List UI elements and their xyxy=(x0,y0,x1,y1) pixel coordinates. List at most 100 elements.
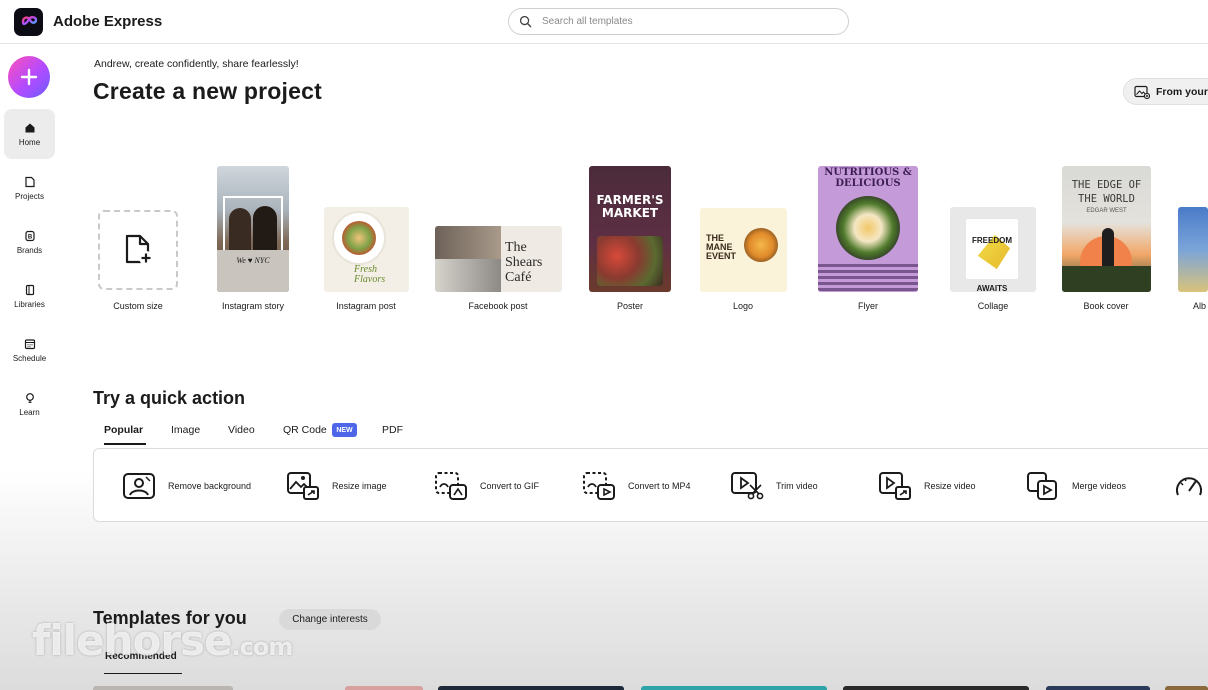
project-card-label: Facebook post xyxy=(468,301,528,311)
active-tab-indicator xyxy=(104,443,146,445)
tab-pdf[interactable]: PDF xyxy=(382,424,403,436)
poster-thumb-text: FARMER'S MARKET xyxy=(596,193,664,220)
convert-gif-icon xyxy=(435,472,467,500)
project-card-book-cover[interactable]: THE EDGE OF THE WORLD EDGAR WEST Book co… xyxy=(1062,166,1151,311)
brands-icon: B xyxy=(24,230,35,241)
greeting-text: Andrew, create confidently, share fearle… xyxy=(94,58,299,70)
lightbulb-icon xyxy=(25,392,34,403)
book-cover-thumbnail: THE EDGE OF THE WORLD EDGAR WEST xyxy=(1062,166,1151,292)
project-card-label: Custom size xyxy=(113,301,163,311)
sidebar-item-brands[interactable]: B Brands xyxy=(4,217,55,267)
home-icon xyxy=(25,123,34,132)
template-thumbnail[interactable] xyxy=(1165,686,1208,690)
speed-gauge-icon xyxy=(1176,477,1202,496)
from-your-button[interactable]: From your xyxy=(1123,78,1208,105)
book-cover-thumb-subtext: EDGAR WEST xyxy=(1086,208,1127,214)
project-card-facebook-post[interactable]: The Shears Café Facebook post xyxy=(435,226,562,311)
collage-thumb-text: FREEDOM AWAITS xyxy=(972,236,1012,292)
collage-thumbnail: FREEDOM AWAITS xyxy=(950,207,1036,292)
sidebar-item-projects[interactable]: Projects xyxy=(4,163,55,213)
watermark-suffix: .com xyxy=(231,633,294,661)
sidebar-item-schedule[interactable]: Schedule xyxy=(4,325,55,375)
search-icon xyxy=(519,15,532,28)
sidebar-item-label: Brands xyxy=(16,245,43,255)
quick-action-remove-background[interactable]: Remove background xyxy=(122,470,251,502)
top-bar: Adobe Express xyxy=(0,0,1208,44)
new-file-icon xyxy=(125,234,153,265)
project-card-label: Poster xyxy=(616,301,644,311)
book-cover-thumb-text: THE EDGE OF THE WORLD xyxy=(1071,179,1142,205)
template-thumbnail[interactable] xyxy=(345,686,423,690)
project-card-label: Instagram story xyxy=(221,301,285,311)
quick-action-label: Resize video xyxy=(924,481,976,491)
quick-action-merge-videos[interactable]: Merge videos xyxy=(1026,470,1126,502)
project-card-poster[interactable]: FARMER'S MARKET Poster xyxy=(589,166,671,311)
facebook-post-thumbnail: The Shears Café xyxy=(435,226,562,292)
quick-action-label: Merge videos xyxy=(1072,481,1127,491)
resize-video-icon xyxy=(879,472,911,500)
image-add-icon xyxy=(1134,85,1150,99)
sidebar-item-libraries[interactable]: Libraries xyxy=(4,271,55,321)
resize-image-icon xyxy=(287,472,319,500)
quick-action-more[interactable] xyxy=(1174,470,1204,502)
sidebar-item-label: Libraries xyxy=(14,299,45,309)
page-title: Create a new project xyxy=(93,78,322,104)
project-card-label: Collage xyxy=(977,301,1009,311)
quick-action-resize-video[interactable]: Resize video xyxy=(878,470,976,502)
instagram-post-thumb-text: Fresh Flavors xyxy=(354,264,386,285)
sidebar-item-home[interactable]: Home xyxy=(4,109,55,159)
app-name: Adobe Express xyxy=(53,13,163,30)
change-interests-button[interactable]: Change interests xyxy=(279,609,381,630)
tab-image[interactable]: Image xyxy=(171,424,200,436)
project-card-label: Logo xyxy=(732,301,754,311)
libraries-icon xyxy=(25,284,34,295)
project-card-custom-size[interactable]: Custom size xyxy=(98,210,178,311)
tab-popular[interactable]: Popular xyxy=(104,424,143,436)
project-card-label: Alb xyxy=(1193,301,1207,311)
template-thumbnail[interactable] xyxy=(93,686,233,690)
project-card-instagram-story[interactable]: We ♥ NYC Instagram story xyxy=(217,166,289,311)
sidebar-item-label: Schedule xyxy=(12,353,47,363)
watermark-text: filehorse xyxy=(32,616,233,665)
logo-thumbnail: THE MANE EVENT xyxy=(700,208,787,292)
flyer-thumb-text: NUTRITIOUS & DELICIOUS xyxy=(824,167,912,189)
remove-background-icon xyxy=(123,473,155,499)
tab-video[interactable]: Video xyxy=(228,424,255,436)
sidebar-item-label: Learn xyxy=(19,407,40,417)
search-bar[interactable] xyxy=(508,8,849,35)
projects-icon xyxy=(24,176,35,187)
project-card-collage[interactable]: FREEDOM AWAITS Collage xyxy=(950,207,1036,311)
template-thumbnail[interactable] xyxy=(1046,686,1150,690)
quick-action-label: Remove background xyxy=(168,481,252,491)
svg-text:B: B xyxy=(27,234,32,240)
tab-qr-code[interactable]: QR Code xyxy=(283,424,327,436)
merge-videos-icon xyxy=(1027,472,1057,500)
quick-action-trim-video[interactable]: Trim video xyxy=(730,470,818,502)
quick-action-convert-to-mp4[interactable]: Convert to MP4 xyxy=(582,470,691,502)
plus-icon xyxy=(20,68,38,86)
project-card-instagram-post[interactable]: Fresh Flavors Instagram post xyxy=(324,207,409,311)
sidebar-item-learn[interactable]: Learn xyxy=(4,379,55,429)
project-card-logo[interactable]: THE MANE EVENT Logo xyxy=(700,208,787,311)
project-card-label: Instagram post xyxy=(336,301,396,311)
quick-action-label: Resize image xyxy=(332,481,387,491)
project-card-album[interactable]: Alb xyxy=(1178,207,1208,311)
instagram-post-thumbnail: Fresh Flavors xyxy=(324,207,409,292)
watermark: filehorse.com xyxy=(32,616,294,665)
project-card-label: Book cover xyxy=(1083,301,1129,311)
sidebar-item-label: Home xyxy=(18,137,41,147)
flyer-thumbnail: NUTRITIOUS & DELICIOUS xyxy=(818,166,918,292)
template-thumbnail[interactable] xyxy=(641,686,827,690)
search-input[interactable] xyxy=(540,15,820,28)
project-card-flyer[interactable]: NUTRITIOUS & DELICIOUS Flyer xyxy=(818,166,918,311)
quick-action-convert-to-gif[interactable]: Convert to GIF xyxy=(434,470,539,502)
new-badge: NEW xyxy=(332,423,357,437)
template-thumbnail[interactable] xyxy=(438,686,624,690)
facebook-post-thumb-text: The Shears Café xyxy=(505,240,543,285)
quick-action-resize-image[interactable]: Resize image xyxy=(286,470,387,502)
create-button[interactable] xyxy=(8,56,50,98)
template-thumbnail[interactable] xyxy=(843,686,1029,690)
adobe-express-logo-icon[interactable] xyxy=(14,8,43,36)
active-tab-indicator xyxy=(104,673,182,674)
quick-action-label: Convert to MP4 xyxy=(628,481,691,491)
